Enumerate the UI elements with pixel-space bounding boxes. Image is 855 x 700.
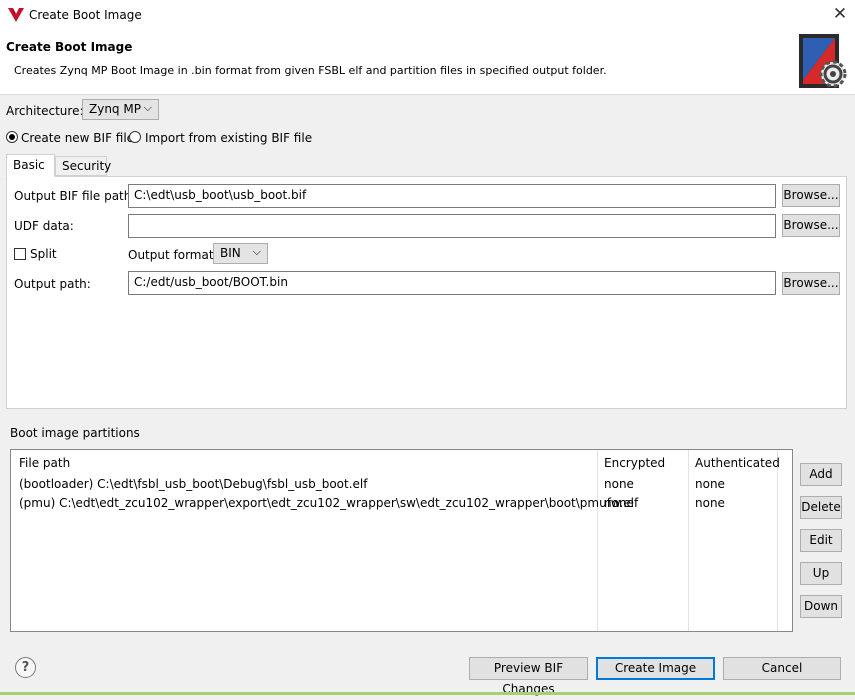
split-checkbox[interactable] <box>14 248 26 260</box>
column-header-file-path[interactable]: File path <box>19 456 70 470</box>
partitions-table[interactable]: File path Encrypted Authenticated (bootl… <box>10 449 793 632</box>
move-up-button[interactable]: Up <box>800 562 842 585</box>
architecture-label: Architecture: <box>6 104 84 118</box>
architecture-select[interactable]: Zynq MP ⌵ <box>82 99 159 120</box>
output-path-label: Output path: <box>14 277 91 291</box>
dialog-title: Create Boot Image <box>6 40 133 54</box>
row-file-path: (pmu) C:\edt\edt_zcu102_wrapper\export\e… <box>19 496 639 510</box>
import-bif-label[interactable]: Import from existing BIF file <box>145 131 312 145</box>
table-row[interactable]: (pmu) C:\edt\edt_zcu102_wrapper\export\e… <box>11 494 792 513</box>
tab-basic[interactable]: Basic <box>6 154 55 177</box>
window-title: Create Boot Image <box>29 8 142 22</box>
architecture-value: Zynq MP <box>89 102 141 116</box>
dialog-description: Creates Zynq MP Boot Image in .bin forma… <box>14 64 607 77</box>
add-partition-button[interactable]: Add <box>800 463 842 486</box>
output-path-input[interactable]: C:/edt/usb_boot/BOOT.bin <box>128 271 776 295</box>
output-format-value: BIN <box>220 246 241 260</box>
row-file-path: (bootloader) C:\edt\fsbl_usb_boot\Debug\… <box>19 477 368 491</box>
title-bar: Create Boot Image ✕ <box>0 0 855 30</box>
preview-bif-button[interactable]: Preview BIF Changes <box>469 657 588 696</box>
output-bif-input[interactable]: C:\edt\usb_boot\usb_boot.bif <box>128 184 776 208</box>
delete-partition-button[interactable]: Delete <box>800 496 842 519</box>
row-encrypted: none <box>604 496 634 510</box>
move-down-button[interactable]: Down <box>800 595 842 618</box>
output-format-select[interactable]: BIN ⌵ <box>213 243 268 264</box>
cancel-button[interactable]: Cancel <box>723 657 841 680</box>
split-label[interactable]: Split <box>30 247 57 261</box>
browse-output-button[interactable]: Browse... <box>782 272 840 295</box>
output-bif-label: Output BIF file path: <box>14 189 136 203</box>
chevron-down-icon: ⌵ <box>252 245 261 258</box>
browse-udf-button[interactable]: Browse... <box>782 214 840 237</box>
tab-security[interactable]: Security <box>55 156 111 176</box>
browse-bif-button[interactable]: Browse... <box>782 184 840 207</box>
help-icon[interactable]: ? <box>15 657 36 678</box>
dialog-header: Create Boot Image Creates Zynq MP Boot I… <box>0 30 855 95</box>
output-format-label: Output format: <box>128 248 218 262</box>
column-header-authenticated[interactable]: Authenticated <box>695 456 780 470</box>
create-bif-radio[interactable] <box>6 131 18 143</box>
edit-partition-button[interactable]: Edit <box>800 529 842 552</box>
row-encrypted: none <box>604 477 634 491</box>
app-logo-icon <box>8 8 24 22</box>
tab-security-label: Security <box>62 159 112 173</box>
import-bif-radio[interactable] <box>129 131 141 143</box>
tab-basic-label: Basic <box>13 158 45 172</box>
udf-input[interactable] <box>128 214 776 238</box>
create-bif-label[interactable]: Create new BIF file <box>21 131 134 145</box>
create-image-button[interactable]: Create Image <box>596 657 715 680</box>
row-authenticated: none <box>695 477 725 491</box>
partitions-section-label: Boot image partitions <box>10 426 140 440</box>
row-authenticated: none <box>695 496 725 510</box>
boot-image-gear-icon <box>799 34 847 88</box>
column-header-encrypted[interactable]: Encrypted <box>604 456 665 470</box>
table-row[interactable]: (bootloader) C:\edt\fsbl_usb_boot\Debug\… <box>11 475 792 494</box>
close-icon[interactable]: ✕ <box>830 4 850 24</box>
udf-label: UDF data: <box>14 219 74 233</box>
chevron-down-icon: ⌵ <box>143 101 152 114</box>
